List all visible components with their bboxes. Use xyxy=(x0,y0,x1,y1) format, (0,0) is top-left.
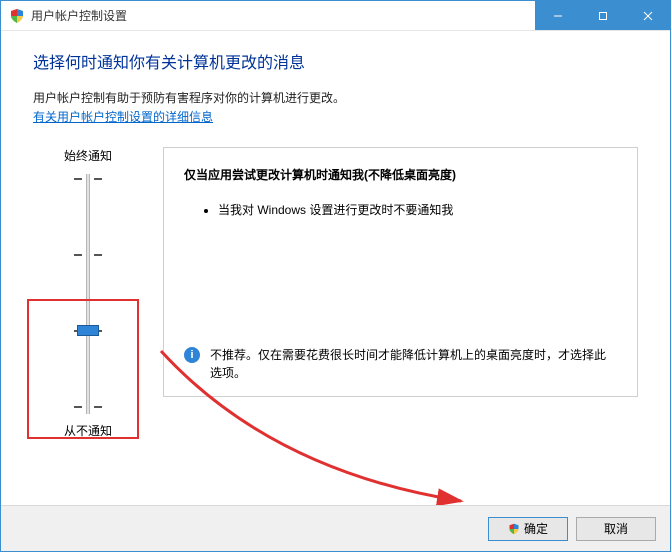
slider-column: 始终通知 从不通知 xyxy=(33,147,143,439)
slider-thumb[interactable] xyxy=(77,325,99,336)
level-description-panel: 仅当应用尝试更改计算机时通知我(不降低桌面亮度) 当我对 Windows 设置进… xyxy=(163,147,638,397)
close-button[interactable] xyxy=(625,1,670,30)
minimize-button[interactable] xyxy=(535,1,580,30)
panel-bullet-list: 当我对 Windows 设置进行更改时不要通知我 xyxy=(218,201,617,224)
notification-slider[interactable] xyxy=(74,174,102,414)
panel-bullet: 当我对 Windows 设置进行更改时不要通知我 xyxy=(218,201,617,218)
shield-icon xyxy=(9,8,25,24)
panel-title: 仅当应用尝试更改计算机时通知我(不降低桌面亮度) xyxy=(184,166,617,183)
cancel-button[interactable]: 取消 xyxy=(576,517,656,541)
window-controls xyxy=(535,1,670,30)
content-area: 选择何时通知你有关计算机更改的消息 用户帐户控制有助于预防有害程序对你的计算机进… xyxy=(1,31,670,505)
slider-top-label: 始终通知 xyxy=(64,147,112,164)
ok-button[interactable]: 确定 xyxy=(488,517,568,541)
note-text: 不推荐。仅在需要花费很长时间才能降低计算机上的桌面亮度时，才选择此选项。 xyxy=(210,346,617,382)
description-text: 用户帐户控制有助于预防有害程序对你的计算机进行更改。 xyxy=(33,89,638,106)
info-icon: i xyxy=(184,347,200,363)
page-heading: 选择何时通知你有关计算机更改的消息 xyxy=(33,49,638,73)
maximize-button[interactable] xyxy=(580,1,625,30)
slider-bottom-label: 从不通知 xyxy=(64,422,112,439)
dialog-footer: 确定 取消 xyxy=(1,505,670,551)
shield-icon xyxy=(508,523,520,535)
help-link[interactable]: 有关用户帐户控制设置的详细信息 xyxy=(33,110,213,124)
ok-button-label: 确定 xyxy=(524,520,548,537)
uac-settings-window: 用户帐户控制设置 选择何时通知你有关计算机更改的消息 用户帐户控制有助于预防有害… xyxy=(0,0,671,552)
window-title: 用户帐户控制设置 xyxy=(31,7,127,24)
cancel-button-label: 取消 xyxy=(604,520,628,537)
recommendation-note: i 不推荐。仅在需要花费很长时间才能降低计算机上的桌面亮度时，才选择此选项。 xyxy=(184,334,617,382)
titlebar: 用户帐户控制设置 xyxy=(1,1,670,31)
